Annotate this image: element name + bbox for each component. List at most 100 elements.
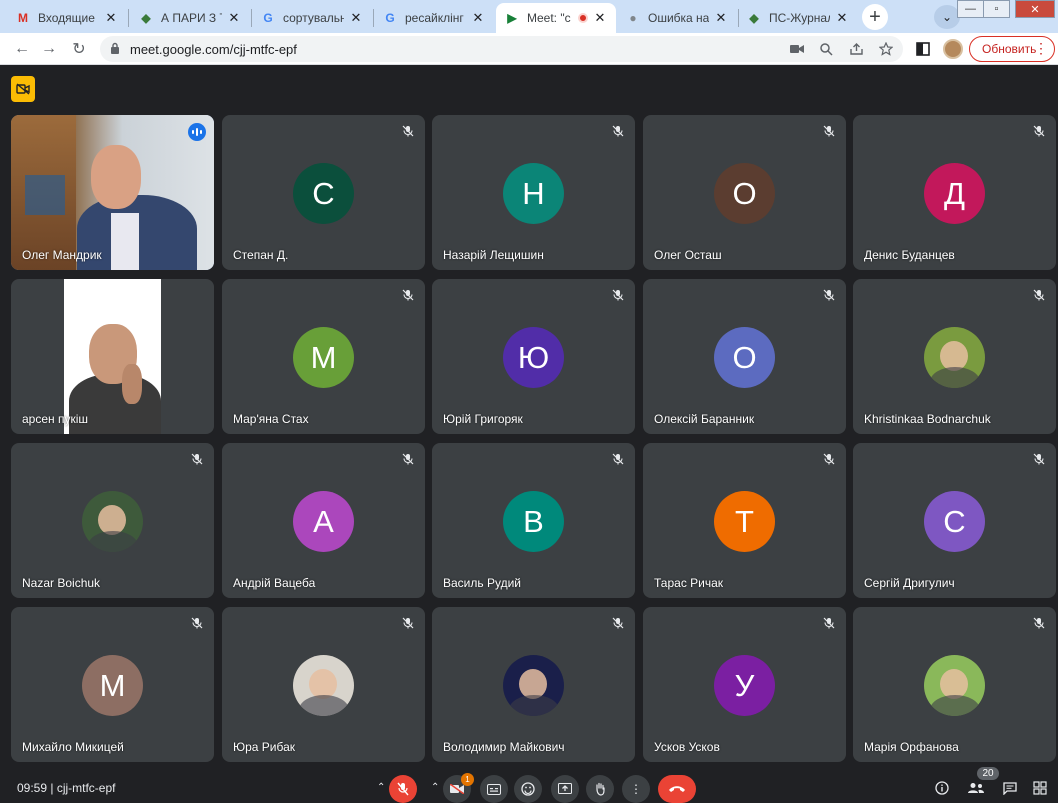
close-tab-icon[interactable]: ✕ xyxy=(348,10,364,26)
participant-tile[interactable]: Олег Мандрик xyxy=(11,115,214,270)
muted-mic-icon xyxy=(401,124,415,138)
activities-icon[interactable] xyxy=(1031,780,1049,796)
tab-title: ресайклінг - xyxy=(405,11,466,25)
present-screen-button[interactable] xyxy=(551,775,579,803)
browser-tab[interactable]: ◆ ПС-Журнал ✕ xyxy=(738,3,858,33)
muted-mic-icon xyxy=(401,288,415,302)
participant-tile[interactable]: Ю Юрій Григоряк xyxy=(432,279,635,434)
lock-icon xyxy=(111,42,119,54)
participant-initial-avatar: С xyxy=(924,491,985,552)
participant-photo-avatar xyxy=(82,491,143,552)
participant-tile[interactable]: Nazar Boichuk xyxy=(11,443,214,598)
participant-tile[interactable]: В Василь Рудий xyxy=(432,443,635,598)
site-icon: ◆ xyxy=(141,11,151,25)
participant-tile[interactable]: М Михайло Микицей xyxy=(11,607,214,762)
more-options-button[interactable]: ⋮ xyxy=(622,775,650,803)
close-tab-icon[interactable]: ✕ xyxy=(713,10,729,26)
browser-tab[interactable]: Gресайклінг - ✕ xyxy=(374,3,494,33)
camera-options-caret-icon[interactable]: ⌃ xyxy=(431,782,439,793)
new-tab-button[interactable]: + xyxy=(862,4,888,30)
participant-tile[interactable]: О Олексій Баранник xyxy=(643,279,846,434)
participant-tile[interactable]: арсен пукіш xyxy=(11,279,214,434)
muted-mic-icon xyxy=(1032,452,1046,466)
chat-icon[interactable] xyxy=(1001,780,1019,796)
emoji-reactions-button[interactable] xyxy=(514,775,542,803)
participant-name: Василь Рудий xyxy=(443,576,521,590)
muted-mic-icon xyxy=(401,452,415,466)
close-tab-icon[interactable]: ✕ xyxy=(470,10,486,26)
participant-tile[interactable]: Н Назарій Лещишин xyxy=(432,115,635,270)
raise-hand-button[interactable] xyxy=(586,775,614,803)
speaking-indicator-icon xyxy=(188,123,206,141)
participant-tile[interactable]: С Сергій Дригулич xyxy=(853,443,1056,598)
participant-photo-avatar xyxy=(293,655,354,716)
tab-strip: MВходящие (4✕◆А ПАРИ З ТЕ✕Gсортувальна✕G… xyxy=(0,0,1058,33)
tab-title: А ПАРИ З ТЕ xyxy=(161,11,222,25)
browser-tab[interactable]: M Входящие (4 ✕ xyxy=(7,3,127,33)
google-icon: G xyxy=(263,11,273,25)
participants-count-badge: 20 xyxy=(977,767,999,780)
browser-tab[interactable]: ▶ Meet: "c ✕ xyxy=(496,3,616,33)
participant-tile[interactable]: М Мар'яна Стах xyxy=(222,279,425,434)
meeting-details-icon[interactable] xyxy=(933,780,951,796)
close-tab-icon[interactable]: ✕ xyxy=(592,10,608,26)
bookmark-star-icon[interactable] xyxy=(877,40,895,58)
update-button[interactable]: Обновить ⋮ xyxy=(969,36,1055,62)
share-icon[interactable] xyxy=(847,40,865,58)
participant-video xyxy=(64,279,161,434)
participant-tile[interactable]: Д Денис Буданцев xyxy=(853,115,1056,270)
participant-initial-avatar: Н xyxy=(503,163,564,224)
forward-icon[interactable]: → xyxy=(37,37,61,61)
browser-tab[interactable]: ◆ А ПАРИ З ТЕ ✕ xyxy=(130,3,250,33)
participant-tile[interactable]: У Усков Усков xyxy=(643,607,846,762)
muted-mic-icon xyxy=(611,124,625,138)
globe-icon: ● xyxy=(629,11,637,25)
browser-tab[interactable]: Gсортувальна ✕ xyxy=(252,3,372,33)
camera-in-use-icon[interactable] xyxy=(788,40,806,58)
leave-call-button[interactable] xyxy=(658,775,696,803)
participant-name: Мар'яна Стах xyxy=(233,412,309,426)
participant-initial-avatar: В xyxy=(503,491,564,552)
participant-tile[interactable]: А Андрій Вацеба xyxy=(222,443,425,598)
close-tab-icon[interactable]: ✕ xyxy=(103,10,119,26)
participant-tile[interactable]: О Олег Осташ xyxy=(643,115,846,270)
muted-mic-icon xyxy=(822,124,836,138)
muted-mic-icon xyxy=(822,452,836,466)
site-icon: ◆ xyxy=(749,11,759,25)
recording-dot-icon xyxy=(578,13,588,23)
participants-icon[interactable] xyxy=(967,780,985,796)
participant-initial-avatar: С xyxy=(293,163,354,224)
address-bar[interactable]: meet.google.com/cjj-mtfc-epf xyxy=(100,36,903,62)
close-tab-icon[interactable]: ✕ xyxy=(834,10,850,26)
minimize-button[interactable]: — xyxy=(957,0,984,18)
participant-initial-avatar: Т xyxy=(714,491,775,552)
browser-tab[interactable]: ● Ошибка нар ✕ xyxy=(617,3,737,33)
video-off-warning-icon[interactable] xyxy=(11,76,35,102)
mic-options-caret-icon[interactable]: ⌃ xyxy=(377,782,385,793)
participant-name: Володимир Майкович xyxy=(443,740,565,754)
participant-tile[interactable]: Володимир Майкович xyxy=(432,607,635,762)
participant-initial-avatar: Д xyxy=(924,163,985,224)
side-panel-icon[interactable] xyxy=(913,39,933,59)
participant-tile[interactable]: Khristinkaa Bodnarchuk xyxy=(853,279,1056,434)
participant-tile[interactable]: Т Тарас Ричак xyxy=(643,443,846,598)
close-tab-icon[interactable]: ✕ xyxy=(226,10,242,26)
bottom-control-bar: 09:59 | cjj-mtfc-epf ⌃ ⌃ 1 ⋮ 20 xyxy=(0,763,1058,803)
reload-icon[interactable]: ↻ xyxy=(67,37,91,61)
participant-tile[interactable]: С Степан Д. xyxy=(222,115,425,270)
back-icon[interactable]: ← xyxy=(10,37,34,61)
muted-mic-icon xyxy=(1032,616,1046,630)
update-label: Обновить xyxy=(982,42,1037,56)
participant-name: Степан Д. xyxy=(233,248,289,262)
captions-button[interactable] xyxy=(480,775,508,803)
close-window-button[interactable]: ✕ xyxy=(1015,0,1055,18)
microphone-toggle-button[interactable] xyxy=(389,775,417,803)
participant-name: Nazar Boichuk xyxy=(22,576,101,590)
zoom-icon[interactable] xyxy=(817,40,835,58)
participant-name: Khristinkaa Bodnarchuk xyxy=(864,412,991,426)
participant-tile[interactable]: Марія Орфанова xyxy=(853,607,1056,762)
muted-mic-icon xyxy=(611,288,625,302)
maximize-button[interactable]: ▫ xyxy=(983,0,1010,18)
profile-avatar[interactable] xyxy=(943,39,963,59)
participant-tile[interactable]: Юра Рибак xyxy=(222,607,425,762)
